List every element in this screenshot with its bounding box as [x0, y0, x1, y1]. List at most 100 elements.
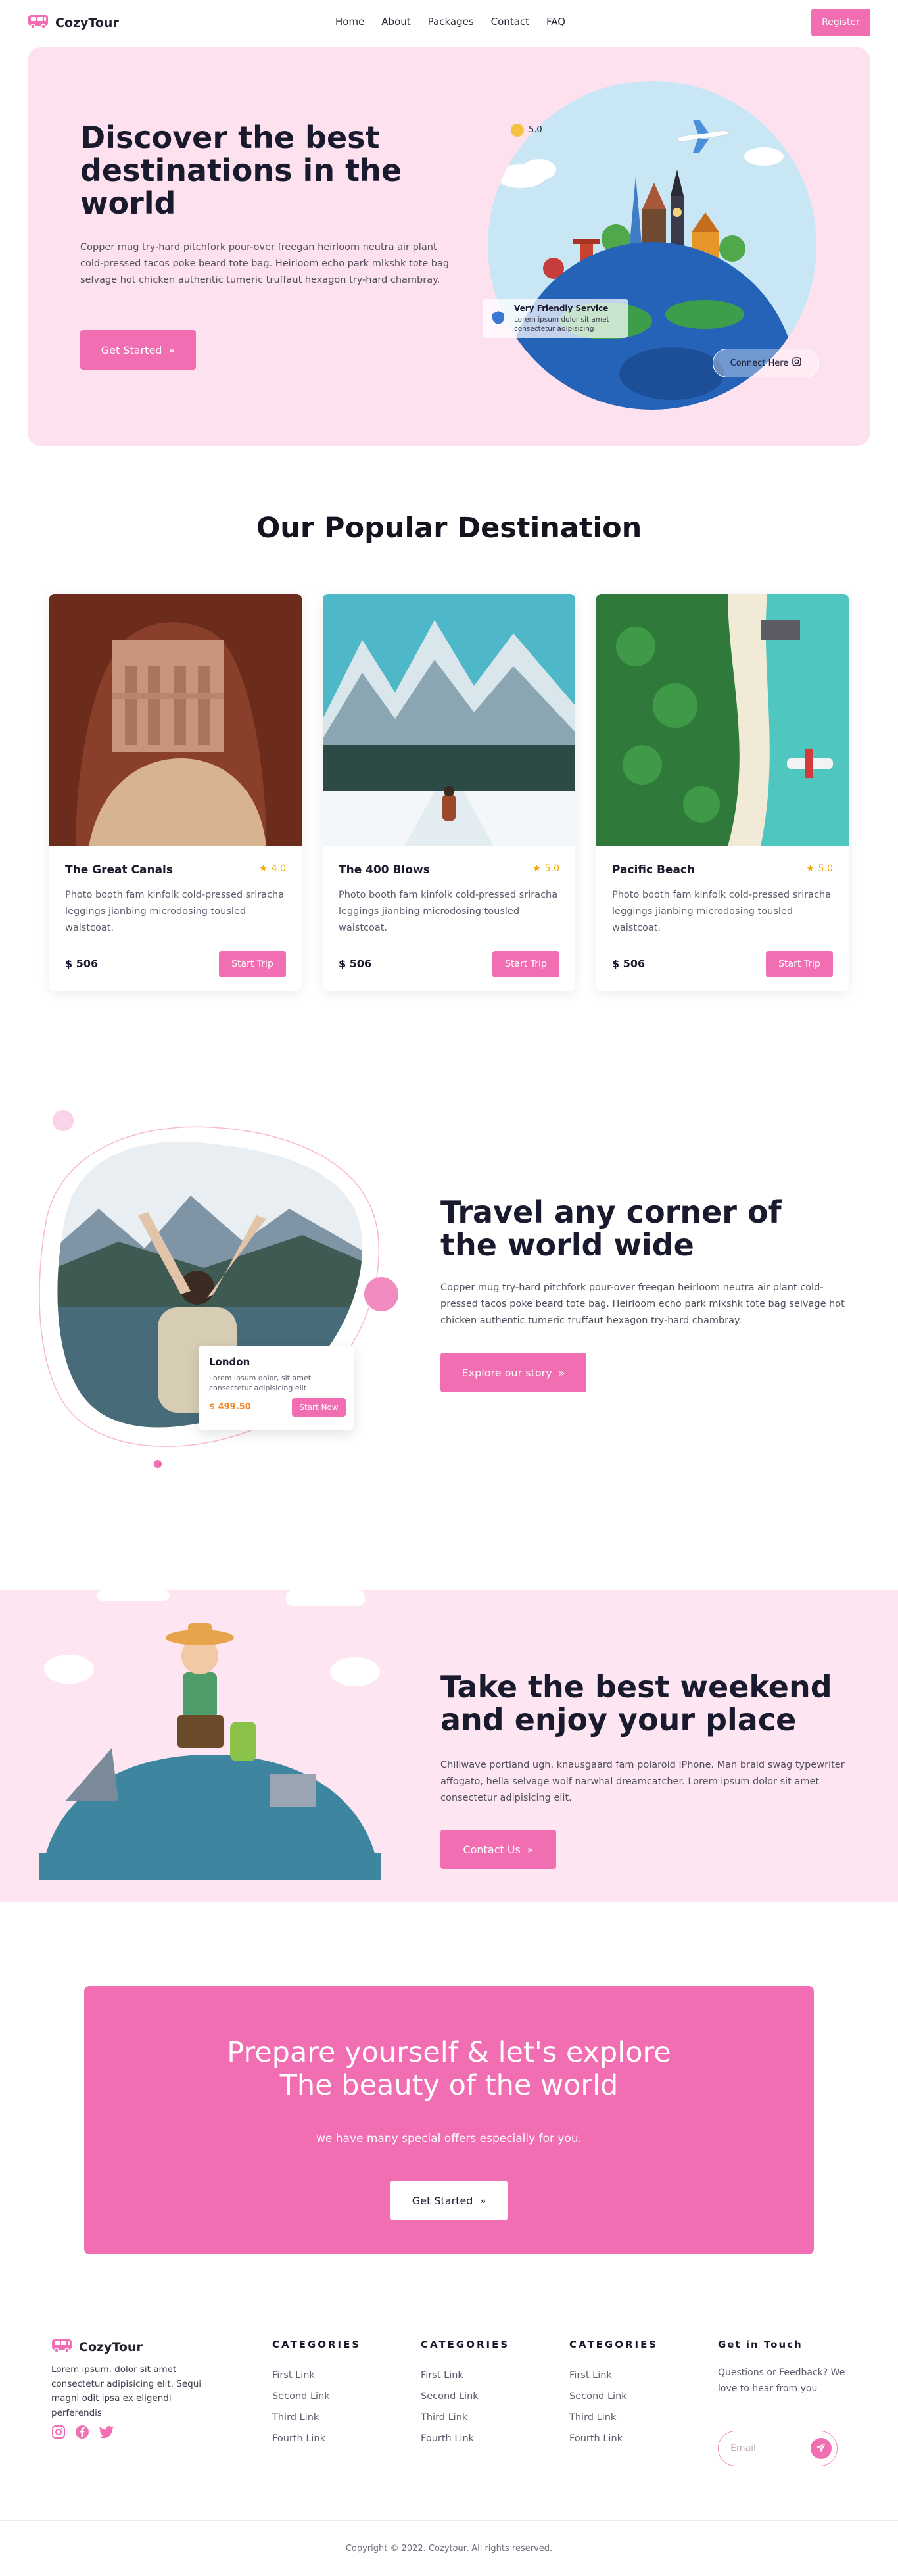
- hero-cta-label: Get Started: [101, 343, 162, 356]
- card-title: The Great Canals: [65, 863, 173, 877]
- footer-link[interactable]: Fourth Link: [272, 2433, 404, 2445]
- nav-link-contact[interactable]: Contact: [491, 16, 529, 28]
- double-chevron-right-icon: »: [168, 343, 176, 356]
- travel-section-title: Travel any corner of the world wide: [440, 1194, 782, 1263]
- footer-link[interactable]: Third Link: [272, 2412, 404, 2424]
- destination-card: The 400 Blows ★ 5.0 Photo booth fam kinf…: [323, 594, 575, 991]
- footer-link[interactable]: First Link: [272, 2370, 404, 2382]
- footer-link[interactable]: Second Link: [421, 2391, 552, 2403]
- paper-plane-icon: [816, 2442, 826, 2455]
- hero-rating-value: 5.0: [529, 125, 542, 135]
- hero-section: Discover the best destinations in the wo…: [28, 47, 870, 446]
- footer-link[interactable]: Second Link: [569, 2391, 701, 2403]
- nav-link-packages[interactable]: Packages: [428, 16, 474, 28]
- footer-link[interactable]: Third Link: [421, 2412, 552, 2424]
- hero-title: Discover the best destinations in the wo…: [80, 120, 402, 221]
- nav-link-faq[interactable]: FAQ: [546, 16, 565, 28]
- nav-links: Home About Packages Contact FAQ: [335, 16, 565, 28]
- footer-link[interactable]: First Link: [569, 2370, 701, 2382]
- footer-link[interactable]: Third Link: [569, 2412, 701, 2424]
- explore-story-button[interactable]: Explore our story »: [440, 1353, 586, 1392]
- card-title: Pacific Beach: [612, 863, 696, 877]
- footer-about-text: Lorem ipsum, dolor sit amet consectetur …: [51, 2364, 202, 2418]
- start-now-button[interactable]: Start Now: [292, 1398, 346, 1417]
- contact-text: Questions or Feedback? We love to hear f…: [718, 2368, 845, 2394]
- brand-name: CozyTour: [55, 16, 119, 30]
- hero-get-started-button[interactable]: Get Started »: [80, 330, 196, 370]
- footer-link[interactable]: Second Link: [272, 2391, 404, 2403]
- footer-brand[interactable]: CozyTour: [51, 2339, 209, 2356]
- promo-title: Prepare yourself & let's explore The bea…: [84, 2036, 814, 2102]
- nav-link-home[interactable]: Home: [335, 16, 364, 28]
- footer-divider: [0, 2520, 898, 2521]
- card-rating-value: 5.0: [544, 863, 559, 874]
- promo-cta-label: Get Started: [412, 2194, 473, 2207]
- weekend-section-title: Take the best weekend and enjoy your pla…: [440, 1669, 832, 1738]
- start-trip-button[interactable]: Start Trip: [219, 951, 286, 977]
- destination-card: Pacific Beach ★ 5.0 Photo booth fam kinf…: [596, 594, 849, 991]
- card-image-mountains: [323, 594, 575, 846]
- footer-link[interactable]: Fourth Link: [569, 2433, 701, 2445]
- nav-link-about[interactable]: About: [381, 16, 410, 28]
- register-button[interactable]: Register: [811, 9, 870, 36]
- promo-subtitle: we have many special offers especially f…: [316, 2132, 582, 2145]
- double-chevron-right-icon: »: [479, 2194, 486, 2207]
- copyright-text: Copyright © 2022. Cozytour. All rights r…: [345, 2544, 553, 2554]
- start-trip-button[interactable]: Start Trip: [766, 951, 833, 977]
- footer-brand-name: CozyTour: [79, 2340, 143, 2354]
- card-rating-value: 5.0: [818, 863, 833, 874]
- location-card-title: London: [209, 1356, 250, 1368]
- promo-banner: Prepare yourself & let's explore The bea…: [84, 1986, 814, 2254]
- footer-column: CATEGORIES First Link Second Link Third …: [421, 2339, 552, 2454]
- card-rating-value: 4.0: [271, 863, 286, 874]
- card-title: The 400 Blows: [339, 863, 430, 877]
- footer-column-heading: CATEGORIES: [272, 2339, 362, 2350]
- connect-here-button[interactable]: Connect Here: [713, 349, 819, 377]
- card-price: $ 506: [65, 958, 99, 970]
- weekend-section-text: Chillwave portland ugh, knausgaard fam p…: [440, 1760, 845, 1803]
- service-text: Lorem ipsum dolor sit amet consectetur a…: [514, 316, 609, 333]
- card-price: $ 506: [612, 958, 646, 970]
- twitter-icon[interactable]: [99, 2425, 114, 2442]
- double-chevron-right-icon: »: [527, 1843, 534, 1856]
- footer-contact: Get in Touch Questions or Feedback? We l…: [718, 2339, 863, 2396]
- card-rating: ★ 5.0: [532, 863, 559, 874]
- top-navbar: CozyTour Home About Packages Contact FAQ…: [0, 0, 898, 46]
- hero-illustration: 5.0 Very Friendly Service Lorem ipsum do…: [481, 78, 823, 426]
- promo-title-line1: Prepare yourself & let's explore: [227, 2036, 671, 2069]
- hero-description: Copper mug try-hard pitchfork pour-over …: [80, 242, 450, 285]
- destination-card: The Great Canals ★ 4.0 Photo booth fam k…: [49, 594, 302, 991]
- weekend-illustration: [39, 1590, 381, 1880]
- email-input[interactable]: [730, 2443, 808, 2454]
- start-trip-button[interactable]: Start Trip: [492, 951, 559, 977]
- footer-column: CATEGORIES First Link Second Link Third …: [272, 2339, 404, 2454]
- bus-icon: [51, 2339, 72, 2356]
- facebook-icon[interactable]: [75, 2425, 89, 2442]
- location-card-text: Lorem ipsum dolor, sit amet consectetur …: [209, 1374, 312, 1392]
- footer-column-heading: CATEGORIES: [421, 2339, 510, 2350]
- newsletter-form: [718, 2431, 838, 2466]
- card-rating: ★ 5.0: [806, 863, 833, 874]
- card-description: Photo booth fam kinfolk cold-pressed sri…: [339, 890, 558, 933]
- send-button[interactable]: [811, 2438, 832, 2459]
- bus-icon: [28, 14, 49, 32]
- promo-get-started-button[interactable]: Get Started »: [390, 2181, 508, 2220]
- instagram-icon[interactable]: [51, 2425, 66, 2442]
- footer-link[interactable]: First Link: [421, 2370, 552, 2382]
- contact-us-button[interactable]: Contact Us »: [440, 1830, 556, 1869]
- footer-column: CATEGORIES First Link Second Link Third …: [569, 2339, 701, 2454]
- star-icon: ★: [806, 863, 815, 874]
- card-image-petra: [49, 594, 302, 846]
- star-icon: ★: [532, 863, 541, 874]
- card-image-beach: [596, 594, 849, 846]
- promo-title-line2: The beauty of the world: [279, 2069, 619, 2102]
- contact-heading: Get in Touch: [718, 2339, 803, 2350]
- instagram-icon: [792, 357, 802, 369]
- explore-story-label: Explore our story: [461, 1366, 552, 1379]
- card-rating: ★ 4.0: [259, 863, 286, 874]
- footer-link[interactable]: Fourth Link: [421, 2433, 552, 2445]
- travel-section-text: Copper mug try-hard pitchfork pour-over …: [440, 1282, 845, 1326]
- brand-logo[interactable]: CozyTour: [28, 14, 119, 32]
- service-title: Very Friendly Service: [514, 304, 609, 313]
- location-card-price: $ 499.50: [209, 1402, 251, 1412]
